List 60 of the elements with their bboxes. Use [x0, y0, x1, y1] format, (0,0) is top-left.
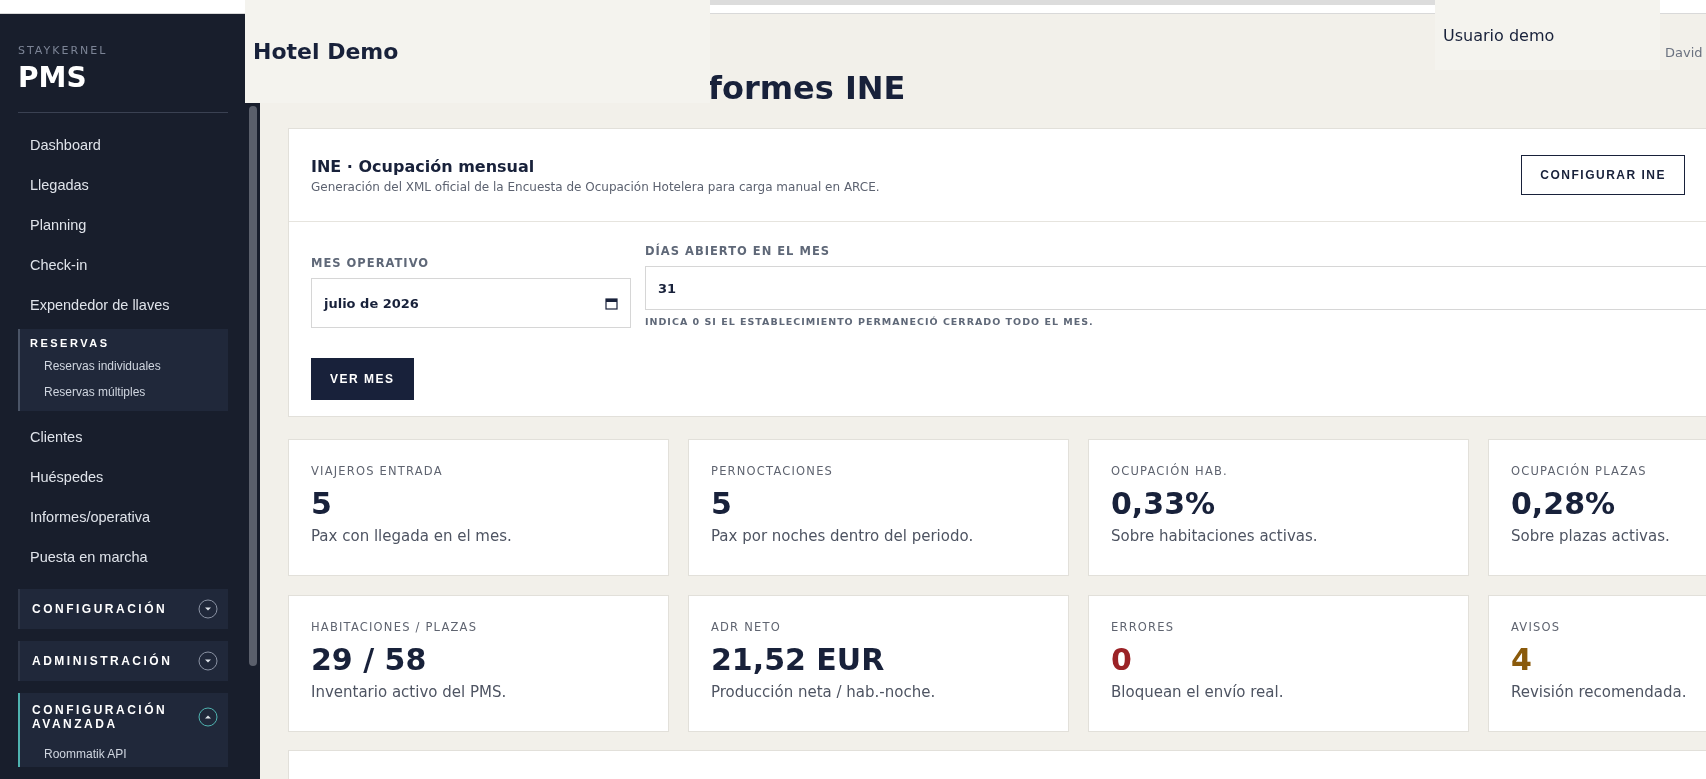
stat-note: Sobre plazas activas.	[1511, 527, 1671, 545]
panel-subtitle: Generación del XML oficial de la Encuesta de Ocupación Hotelera para carga manual en ARCE.	[311, 179, 880, 194]
nav-group-toggle[interactable]: CONFIGURACIÓN	[18, 589, 228, 629]
field-label: DÍAS ABIERTO EN EL MES	[645, 244, 832, 258]
nav-link[interactable]: Planning	[18, 205, 228, 245]
expand-icon	[198, 599, 218, 619]
stat-label: ADR NETO	[711, 620, 782, 634]
stat-value: 21,52 EUR	[711, 642, 886, 677]
stat-note: Bloquean el envío real.	[1111, 683, 1285, 701]
stat-value: 0,28%	[1511, 486, 1617, 521]
stat-value: 5	[311, 486, 333, 521]
stat-value: 5	[711, 486, 733, 521]
expand-icon	[198, 651, 218, 671]
nav-sublink[interactable]: Reservas individuales	[20, 353, 228, 379]
scrollbar-thumb[interactable]	[249, 106, 257, 666]
stat-label: OCUPACIÓN HAB.	[1111, 464, 1229, 478]
stat-note: Pax con llegada en el mes.	[311, 527, 513, 545]
configure-button[interactable]: CONFIGURAR INE	[1521, 155, 1685, 195]
nav-link[interactable]: Huéspedes	[18, 457, 228, 497]
nav-link[interactable]: Clientes	[18, 417, 228, 457]
stat-label: OCUPACIÓN PLAZAS	[1511, 464, 1648, 478]
field-hint: INDICA 0 SI EL ESTABLECIMIENTO PERMANECIÓ CERRADO TODO EL MES.	[645, 316, 1095, 327]
nav-link[interactable]: Informes/operativa	[18, 497, 228, 537]
stat-label: ERRORES	[1111, 620, 1176, 634]
nav-link[interactable]: Dashboard	[18, 125, 228, 165]
stat-label: AVISOS	[1511, 620, 1562, 634]
collapse-icon	[198, 707, 218, 727]
stat-note: Revisión recomendada.	[1511, 683, 1688, 701]
nav-group-toggle[interactable]: CONFIGURACIÓN AVANZADA	[18, 693, 228, 741]
nav-link[interactable]: Llegadas	[18, 165, 228, 205]
nav-group-toggle[interactable]: ADMINISTRACIÓN	[18, 641, 228, 681]
stat-note: Pax por noches dentro del periodo.	[711, 527, 975, 545]
calendar-icon	[605, 296, 618, 310]
nav-link[interactable]: Puesta en marcha	[18, 537, 228, 577]
nav-sublink[interactable]: Reservas múltiples	[20, 379, 228, 405]
stat-label: VIAJEROS ENTRADA	[311, 464, 444, 478]
view-month-button[interactable]: VER MES	[311, 358, 414, 400]
nav-link[interactable]: Check-in	[18, 245, 228, 285]
nav-link[interactable]: Expendedor de llaves	[18, 285, 228, 325]
stat-note: Producción neta / hab.-noche.	[711, 683, 937, 701]
stat-value: 4	[1511, 642, 1533, 677]
user-name: David	[1665, 45, 1703, 60]
stat-value: 0	[1111, 642, 1133, 677]
panel-title: INE · Ocupación mensual	[311, 156, 536, 176]
stat-label: HABITACIONES / PLAZAS	[311, 620, 479, 634]
field-label: MES OPERATIVO	[311, 256, 431, 270]
days-input[interactable]: 31	[645, 266, 1706, 310]
section-title: RESERVAS	[29, 337, 111, 351]
stat-label: PERNOCTACIONES	[711, 464, 835, 478]
page-title: formes INE	[708, 72, 907, 104]
stat-note: Inventario activo del PMS.	[311, 683, 508, 701]
stat-note: Sobre habitaciones activas.	[1111, 527, 1319, 545]
hotel-name: Hotel Demo	[253, 39, 399, 64]
stat-value: 0,33%	[1111, 486, 1217, 521]
month-field[interactable]: julio de 2026	[311, 278, 631, 328]
brand-eyebrow: STAYKERNEL	[18, 44, 109, 57]
stat-value: 29 / 58	[311, 642, 428, 677]
nav-sublink[interactable]: Roommatik API	[20, 741, 228, 767]
brand-title: PMS	[18, 61, 228, 113]
user-label: Usuario demo	[1443, 25, 1555, 45]
